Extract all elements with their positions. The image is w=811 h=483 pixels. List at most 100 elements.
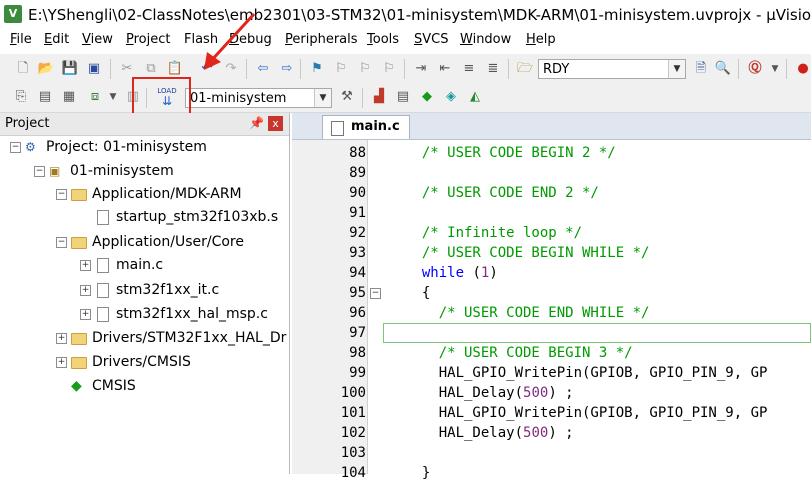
fold-collapse-icon[interactable]: − (370, 288, 381, 299)
manage-multi-project-icon[interactable]: ▤ (394, 88, 412, 106)
collapse-icon[interactable]: − (10, 142, 21, 153)
code-line: 89 (292, 163, 811, 183)
pin-icon[interactable]: 📌 (249, 116, 264, 130)
next-bookmark-icon[interactable]: ⚐ (356, 60, 374, 78)
project-panel-title: Project (5, 116, 50, 131)
clear-bookmarks-icon[interactable]: ⚐ (380, 60, 398, 78)
file-icon (95, 307, 111, 322)
toolbar-separator (110, 59, 111, 79)
code-line: 103 (292, 443, 811, 463)
close-icon[interactable]: x (268, 116, 283, 131)
code-text: /* Infinite loop */ (405, 223, 582, 243)
batch-build-icon[interactable]: ⧈ (86, 88, 104, 106)
tree-item-label[interactable]: Drivers/STM32F1xx_HAL_Dr (92, 327, 286, 349)
collapse-icon[interactable]: − (34, 166, 45, 177)
code-token: ) ; (548, 385, 574, 401)
uvision-app-icon: V (4, 5, 22, 23)
menu-peripherals[interactable]: Peripherals (285, 32, 358, 47)
menu-window[interactable]: Window (460, 32, 511, 47)
indent-icon[interactable]: ⇥ (412, 60, 430, 78)
toolbar-separator (786, 59, 787, 79)
find-icon[interactable]: 🔍 (714, 60, 732, 78)
menu-edit[interactable]: Edit (44, 32, 69, 47)
prev-bookmark-icon[interactable]: ⚐ (332, 60, 350, 78)
code-comment: /* USER CODE END WHILE */ (405, 305, 650, 321)
expand-icon[interactable]: + (80, 285, 91, 296)
tree-item-label[interactable]: main.c (116, 254, 163, 276)
tree-item-label[interactable]: startup_stm32f103xb.s (116, 206, 278, 228)
new-file-icon[interactable]: 🗋 (14, 60, 32, 78)
unindent-icon[interactable]: ⇤ (436, 60, 454, 78)
menu-file[interactable]: File (10, 32, 32, 47)
project-icon: ⚙ (25, 140, 36, 154)
target-select[interactable]: 01-minisystem ▼ (185, 88, 332, 108)
tree-item-label[interactable]: CMSIS (92, 375, 136, 397)
translate-icon[interactable]: ⎘ (12, 88, 30, 106)
menu-tools[interactable]: Tools (367, 32, 399, 47)
find-in-files-icon[interactable]: 🗁 (516, 60, 534, 78)
open-file-icon[interactable]: 📂 (37, 60, 55, 78)
find-combo[interactable]: RDY ▼ (538, 59, 686, 79)
chevron-down-icon[interactable]: ▼ (668, 60, 685, 78)
navigate-forward-icon[interactable]: ⇨ (278, 60, 296, 78)
tree-item-label[interactable]: stm32f1xx_hal_msp.c (116, 303, 268, 325)
manage-project-items-icon[interactable]: ▟ (370, 88, 388, 106)
debug-session-icon[interactable]: Ⓠ (746, 60, 764, 78)
code-text: /* USER CODE END 2 */ (405, 183, 599, 203)
tree-item-label[interactable]: 01-minisystem (70, 160, 174, 182)
menu-svcs[interactable]: SVCS (414, 32, 449, 47)
manage-run-time-environment-icon[interactable]: ◆ (418, 88, 436, 106)
collapse-icon[interactable]: − (56, 189, 67, 200)
window-title: E:\YShengli\02-ClassNotes\emb2301\03-STM… (28, 6, 811, 24)
chevron-down-icon[interactable]: ▼ (766, 60, 784, 78)
expand-icon[interactable]: + (56, 333, 67, 344)
code-text: } (405, 463, 430, 483)
tree-item-label[interactable]: Drivers/CMSIS (92, 351, 191, 373)
chevron-down-icon[interactable]: ▼ (104, 88, 122, 106)
paste-icon[interactable]: 📋 (166, 60, 184, 78)
tree-item-label[interactable]: Application/MDK-ARM (92, 183, 242, 205)
breakpoint-icon[interactable]: ● (794, 60, 811, 78)
collapse-icon[interactable]: − (56, 237, 67, 248)
chevron-down-icon[interactable]: ▼ (314, 89, 331, 107)
tree-item-label[interactable]: Project: 01-minisystem (46, 136, 207, 158)
toolbar-build: ⎘ ▤ ▦ ⧈ ▼ ▥ LOAD ⇊ 01-minisystem ▼ ⚒ ▟ ▤… (0, 84, 811, 113)
target-select-value: 01-minisystem (190, 91, 287, 106)
project-panel: Project 📌 x − ⚙ Project: 01-minisystem − ▣ 01… (0, 113, 290, 474)
select-software-packs-icon[interactable]: ◈ (442, 88, 460, 106)
code-text: /* USER CODE BEGIN 3 */ (405, 343, 633, 363)
find-combo-value: RDY (543, 62, 570, 77)
line-number: 92 (349, 225, 366, 241)
copy-icon[interactable]: ⧉ (142, 60, 160, 78)
tab-main-c[interactable]: main.c (322, 115, 410, 139)
code-line: 98 /* USER CODE BEGIN 3 */ (292, 343, 811, 363)
build-icon[interactable]: ▤ (36, 88, 54, 106)
pack-installer-icon[interactable]: ◭ (466, 88, 484, 106)
tab-label: main.c (351, 119, 400, 134)
code-line: 102 HAL_Delay(500) ; (292, 423, 811, 443)
expand-icon[interactable]: + (56, 357, 67, 368)
code-area[interactable]: 88 /* USER CODE BEGIN 2 */ 89 90 /* USER C… (292, 141, 811, 481)
code-text: { (405, 283, 430, 303)
tree-item-label[interactable]: stm32f1xx_it.c (116, 279, 219, 301)
target-options-icon[interactable]: ⚒ (338, 88, 356, 106)
line-number: 99 (349, 365, 366, 381)
tree-item-label[interactable]: Application/User/Core (92, 231, 244, 253)
code-line: 90 /* USER CODE END 2 */ (292, 183, 811, 203)
uncomment-icon[interactable]: ≣ (484, 60, 502, 78)
rebuild-icon[interactable]: ▦ (60, 88, 78, 106)
menu-view[interactable]: View (82, 32, 113, 47)
expand-icon[interactable]: + (80, 260, 91, 271)
bookmark-icon[interactable]: ⚑ (308, 60, 326, 78)
line-number: 89 (349, 165, 366, 181)
code-line: 95− { (292, 283, 811, 303)
save-icon[interactable]: 💾 (61, 60, 79, 78)
code-token: } (405, 465, 431, 481)
menu-project[interactable]: Project (126, 32, 171, 47)
incremental-find-icon[interactable]: 🗎 (692, 60, 710, 78)
comment-icon[interactable]: ≡ (460, 60, 478, 78)
expand-icon[interactable]: + (80, 309, 91, 320)
cut-icon[interactable]: ✂ (118, 60, 136, 78)
save-all-icon[interactable]: ▣ (85, 60, 103, 78)
menu-help[interactable]: Help (526, 32, 556, 47)
